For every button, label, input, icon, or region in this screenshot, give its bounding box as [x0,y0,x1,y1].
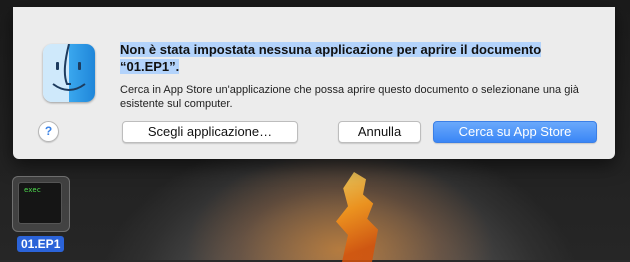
terminal-exec-icon: exec [18,182,62,224]
file-icon-text: exec [24,186,41,194]
dialog-title: Non è stata impostata nessuna applicazio… [120,41,594,75]
help-button[interactable]: ? [38,121,59,142]
file-icon[interactable]: exec [12,176,70,232]
dialog-description: Cerca in App Store un'applicazione che p… [120,84,579,110]
finder-icon [43,44,95,102]
cancel-button[interactable]: Annulla [338,121,421,143]
file-name-label[interactable]: 01.EP1 [17,236,65,252]
wallpaper-lava [336,172,378,262]
choose-application-button[interactable]: Scegli applicazione… [122,121,298,143]
search-app-store-button[interactable]: Cerca su App Store [433,121,597,143]
dialog-title-line1: Non è stata impostata nessuna applicazio… [120,42,542,57]
dialog-title-line2: “01.EP1”. [120,59,180,74]
